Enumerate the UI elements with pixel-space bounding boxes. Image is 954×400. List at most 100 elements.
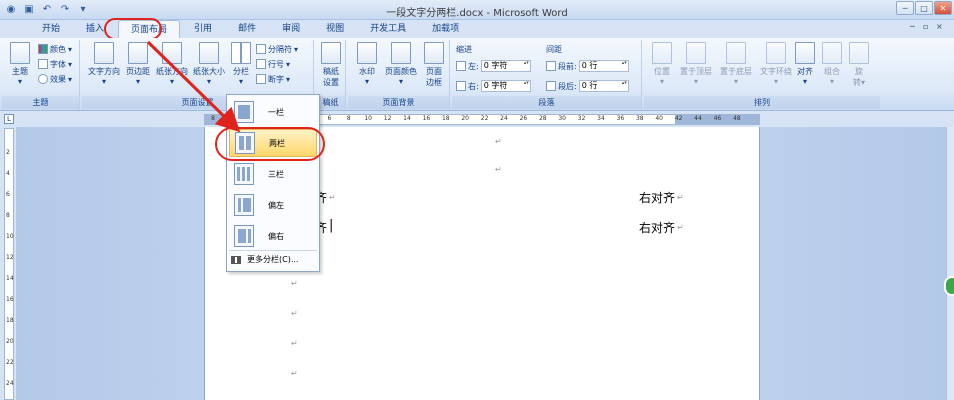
vruler-tick: 24 xyxy=(6,380,14,387)
send-to-back-button[interactable]: 置于底层 ▾ xyxy=(716,42,756,86)
breaks-button[interactable]: 分隔符 ▾ xyxy=(256,43,298,55)
themes-button[interactable]: 主题 ▾ xyxy=(4,42,36,86)
group-objects-button[interactable]: 组合 ▾ xyxy=(818,42,846,86)
indent-heading: 缩进 xyxy=(456,44,472,54)
ruler-tick: 18 xyxy=(441,115,450,122)
columns-option-left[interactable]: 偏左 xyxy=(229,191,317,219)
vruler-tick: 10 xyxy=(6,233,14,240)
spacing-before-field[interactable]: 0 行 xyxy=(578,60,629,72)
vruler-tick: 2 xyxy=(6,149,10,156)
breaks-icon xyxy=(256,44,266,54)
tab-home[interactable]: 开始 xyxy=(30,20,72,38)
group-label-theme: 主题 xyxy=(2,96,79,109)
floating-green-button[interactable] xyxy=(944,276,954,296)
spacing-after-field[interactable]: 0 行 xyxy=(578,80,629,92)
page-color-button[interactable]: 页面颜色 ▾ xyxy=(382,42,420,86)
vruler-tick: 12 xyxy=(6,254,14,261)
margins-button[interactable]: 页边距 ▾ xyxy=(122,42,154,86)
group-label-page-background: 页面背景 xyxy=(348,96,449,109)
line-numbers-icon xyxy=(256,59,266,69)
paragraph-mark: ↵ xyxy=(495,165,502,174)
page-color-icon xyxy=(391,42,411,64)
vertical-scrollbar[interactable] xyxy=(946,127,954,400)
ruler-tick: 34 xyxy=(597,115,605,122)
send-to-back-icon xyxy=(726,42,746,64)
ribbon-restore-icon[interactable]: ▫ xyxy=(923,22,933,32)
hyphenation-button[interactable]: 断字 ▾ xyxy=(256,73,290,85)
ribbon-close-icon[interactable]: × xyxy=(936,22,946,32)
tab-selector-icon[interactable]: L xyxy=(4,114,14,124)
ruler-tick: 24 xyxy=(500,115,508,122)
tab-developer[interactable]: 开发工具 xyxy=(358,20,418,38)
tab-review[interactable]: 审阅 xyxy=(270,20,312,38)
columns-button[interactable]: 分栏 ▾ xyxy=(228,42,254,86)
columns-option-two[interactable]: 两栏 xyxy=(229,129,317,157)
more-columns-option[interactable]: 更多分栏(C)... xyxy=(231,254,298,265)
manuscript-settings-button[interactable]: 稿纸 设置 xyxy=(316,42,346,88)
indent-left-icon xyxy=(456,61,466,71)
columns-option-three[interactable]: 三栏 xyxy=(229,160,317,188)
orientation-icon xyxy=(162,42,182,64)
text-cursor: | xyxy=(329,218,334,233)
watermark-icon xyxy=(357,42,377,64)
right-column-text: 右对齐 xyxy=(639,221,676,235)
indent-left-field[interactable]: 0 字符 xyxy=(480,60,531,72)
more-columns-icon xyxy=(231,255,241,264)
tab-view[interactable]: 视图 xyxy=(314,20,356,38)
group-label-arrange: 排列 xyxy=(644,96,880,109)
text-direction-button[interactable]: 文字方向 ▾ xyxy=(86,42,122,86)
align-button[interactable]: 对齐 ▾ xyxy=(792,42,818,86)
tab-page-layout[interactable]: 页面布局 xyxy=(118,20,181,38)
line-numbers-button[interactable]: 行号 ▾ xyxy=(256,58,290,70)
size-button[interactable]: 纸张大小 ▾ xyxy=(190,42,228,86)
ruler-tick: 46 xyxy=(713,115,722,122)
position-icon xyxy=(652,42,672,64)
ribbon-minimize-icon[interactable]: ─ xyxy=(910,22,920,32)
bring-to-front-button[interactable]: 置于顶层 ▾ xyxy=(676,42,716,86)
rotate-button[interactable]: 旋 转▾ xyxy=(846,42,872,88)
vruler-tick: 6 xyxy=(6,191,10,198)
indent-right-field[interactable]: 0 字符 xyxy=(480,80,531,92)
vruler-tick: 20 xyxy=(6,338,14,345)
spacing-after-icon xyxy=(546,81,556,91)
close-button[interactable]: ✕ xyxy=(934,1,952,15)
columns-option-right[interactable]: 偏右 xyxy=(229,222,317,250)
ruler-tick: 8 xyxy=(346,115,351,122)
vruler-tick: 14 xyxy=(6,275,14,282)
vruler-tick: 8 xyxy=(6,212,10,219)
page-borders-button[interactable]: 页面 边框 xyxy=(420,42,448,88)
tab-add-ins[interactable]: 加载项 xyxy=(420,20,471,38)
group-page-background: 水印 ▾ 页面颜色 ▾ 页面 边框 页面背景 xyxy=(348,40,450,109)
manuscript-icon xyxy=(321,42,341,64)
maximize-button[interactable]: □ xyxy=(915,1,933,15)
watermark-button[interactable]: 水印 ▾ xyxy=(352,42,382,86)
right-column-icon xyxy=(234,225,254,247)
ruler-tick: 10 xyxy=(364,115,372,122)
spacing-after-row: 段后: 0 行 xyxy=(546,80,629,92)
two-columns-icon xyxy=(235,132,255,154)
theme-effects-button[interactable]: 效果 ▾ xyxy=(38,73,72,85)
page-size-icon xyxy=(199,42,219,64)
ribbon-tabs: 开始 插入 页面布局 引用 邮件 审阅 视图 开发工具 加载项 xyxy=(30,20,471,38)
position-button[interactable]: 位置 ▾ xyxy=(648,42,676,86)
paragraph-mark: ↵ xyxy=(291,309,298,318)
paragraph-mark: ↵ xyxy=(677,223,684,232)
tab-references[interactable]: 引用 xyxy=(182,20,224,38)
spacing-before-row: 段前: 0 行 xyxy=(546,60,629,72)
columns-option-one[interactable]: 一栏 xyxy=(229,98,317,126)
spacing-heading: 间距 xyxy=(546,44,562,54)
minimize-button[interactable]: ─ xyxy=(896,1,914,15)
ruler-tick: 44 xyxy=(694,115,702,122)
orientation-button[interactable]: 纸张方向 ▾ xyxy=(154,42,190,86)
tab-insert[interactable]: 插入 xyxy=(74,20,116,38)
theme-colors-button[interactable]: 颜色 ▾ xyxy=(38,43,72,55)
wrap-text-button[interactable]: 文字环绕 ▾ xyxy=(756,42,796,86)
window-title: 一段文字分两栏.docx - Microsoft Word xyxy=(386,8,568,19)
group-paragraph: 缩进 间距 左: 0 字符 右: 0 字符 段前: 0 行 段后: 0 行 段落 xyxy=(452,40,642,109)
spacing-before-icon xyxy=(546,61,556,71)
text-direction-icon xyxy=(94,42,114,64)
ribbon: 主题 ▾ 颜色 ▾ 字体 ▾ 效果 ▾ 主题 文字方向 ▾ 页边距 ▾ 纸张方向 ▾ xyxy=(0,38,954,111)
vruler-tick: 18 xyxy=(6,317,14,324)
tab-mailings[interactable]: 邮件 xyxy=(226,20,268,38)
theme-fonts-button[interactable]: 字体 ▾ xyxy=(38,58,72,70)
